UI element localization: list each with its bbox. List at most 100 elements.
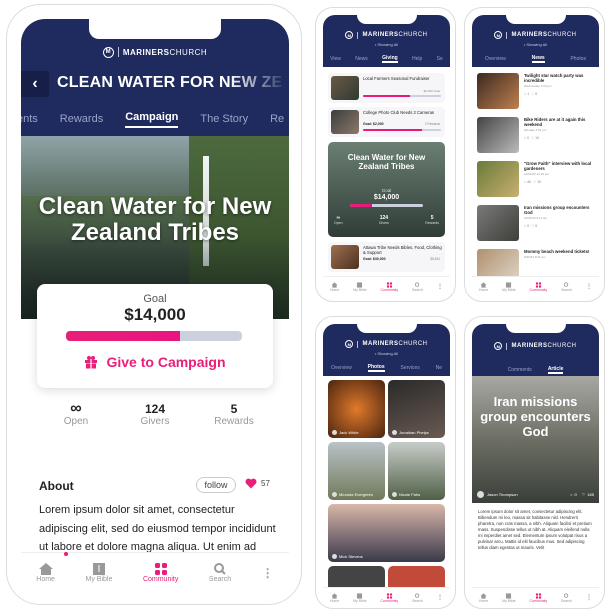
showing-all[interactable]: • Showing All	[472, 42, 599, 47]
more-icon[interactable]: ⋮	[437, 594, 443, 601]
news-thumb	[477, 117, 519, 153]
church-logo-icon: M	[494, 342, 503, 350]
more-icon[interactable]: ⋮	[437, 283, 443, 290]
photo-tile[interactable]: Jonathan Phelps	[388, 380, 445, 438]
church-logo-icon: M	[102, 46, 114, 58]
church-logo-icon: M	[494, 31, 503, 39]
tab-rewards[interactable]: Rewards	[60, 113, 103, 125]
giving-phone: M MARINERS CHURCH • Showing All View News Gi…	[315, 7, 456, 302]
nav-home[interactable]: Home	[36, 562, 55, 583]
heart-icon[interactable]: ♡	[582, 492, 586, 497]
nav-search[interactable]: Search	[412, 592, 423, 603]
tab-article[interactable]: Article	[547, 366, 564, 374]
photo-tile[interactable]: Mick Stevens	[328, 504, 445, 562]
giving-tabs: View News Giving Help Se	[323, 55, 450, 63]
giving-screen: M MARINERS CHURCH • Showing All View News Gi…	[323, 15, 450, 296]
article-hero: Iran missions group encounters God Jason…	[472, 376, 599, 503]
nav-home[interactable]: Home	[479, 592, 488, 603]
brand-logo: M MARINERS CHURCH	[472, 341, 599, 351]
article-tabs: Comments Article	[472, 366, 599, 374]
likes[interactable]: 57	[245, 478, 270, 489]
brand-name: MARINERS	[122, 47, 170, 57]
showing-all[interactable]: • Showing All	[323, 351, 450, 356]
nav-community[interactable]: Community	[380, 592, 398, 603]
tab-comments[interactable]: Comments	[508, 367, 532, 373]
campaign-stats: ∞ Open 124 Givers 5 Rewards	[41, 401, 269, 428]
goal-card: Goal $14,000 Give to Campaign	[37, 284, 273, 388]
nav-home[interactable]: Home	[479, 281, 488, 292]
more-icon[interactable]: ⋮	[586, 283, 592, 290]
nav-my-bible[interactable]: My Bible	[353, 592, 367, 603]
article-phone: M MARINERS CHURCH Comments Article Iran mis…	[464, 316, 605, 609]
article-screen: M MARINERS CHURCH Comments Article Iran mis…	[472, 324, 599, 607]
news-list: Twilight star watch party was incredible…	[477, 73, 594, 293]
give-to-campaign-button[interactable]: Give to Campaign	[37, 354, 273, 370]
heart-icon	[245, 478, 257, 489]
tab-campaign[interactable]: Campaign	[125, 111, 179, 128]
church-logo-icon: M	[345, 31, 354, 39]
more-icon[interactable]: ⋮	[262, 566, 274, 580]
news-thumb	[477, 161, 519, 197]
nav-community[interactable]: Community	[143, 562, 178, 583]
showing-all[interactable]: • Showing All	[323, 42, 450, 47]
news-item[interactable]: Bike Riders are at it again this weekend…	[477, 117, 594, 159]
bottom-nav: Home My Bible Community Search ⋮	[472, 276, 599, 296]
back-button[interactable]: ‹	[21, 71, 49, 97]
tab-overview[interactable]: Overview	[485, 56, 506, 62]
tab-overview[interactable]: Overview	[331, 365, 352, 371]
bottom-nav: Home My Bible Community Search ⋮	[21, 552, 289, 592]
about-text: Lorem ipsum dolor sit amet, consectetur …	[39, 504, 276, 553]
hero-title: Clean Water for New Zealand Tribes	[38, 193, 272, 246]
tab-news[interactable]: News	[355, 56, 368, 62]
tab-giving[interactable]: Giving	[382, 55, 398, 63]
likes-count: 57	[261, 479, 270, 488]
campaign-item[interactable]: Attawa Tribe Needs Bibles, Food, Clothin…	[328, 242, 445, 272]
nav-community[interactable]: Community	[380, 281, 398, 292]
nav-my-bible[interactable]: My Bible	[502, 281, 516, 292]
nav-community[interactable]: Community	[529, 592, 547, 603]
give-label: Give to Campaign	[106, 354, 226, 370]
news-item[interactable]: "Grow Faith" interview with local garden…	[477, 161, 594, 203]
nav-my-bible[interactable]: My Bible	[86, 562, 112, 583]
campaign-item[interactable]: Local Farmers Seasonal Fundraiser $2,000…	[328, 73, 445, 103]
campaign-item[interactable]: College Photo Club Needs 2 Cameras Goal:…	[328, 107, 445, 137]
bible-icon	[92, 563, 105, 575]
brand-name-2: CHURCH	[169, 47, 208, 57]
community-icon	[154, 563, 167, 575]
tab-news[interactable]: News	[531, 55, 545, 63]
nav-search[interactable]: Search	[561, 592, 572, 603]
nav-search[interactable]: Search	[412, 281, 423, 292]
author-name: Jason Thompson	[487, 492, 518, 497]
nav-home[interactable]: Home	[330, 592, 339, 603]
nav-search[interactable]: Search	[561, 281, 572, 292]
nav-my-bible[interactable]: My Bible	[353, 281, 367, 292]
brand-logo: M MARINERS CHURCH	[323, 339, 450, 349]
nav-community[interactable]: Community	[529, 281, 547, 292]
photo-tile[interactable]: Jack White	[328, 380, 385, 438]
tab-services[interactable]: Services	[401, 365, 420, 371]
nav-my-bible[interactable]: My Bible	[502, 592, 516, 603]
avatar	[392, 430, 397, 435]
news-item[interactable]: Iran missions group encounters God 10/01/…	[477, 205, 594, 247]
tab-help[interactable]: Help	[412, 56, 422, 62]
photo-tile[interactable]: Miranda Evergreen	[328, 442, 385, 500]
photo-tile[interactable]: Nicole Fahs	[388, 442, 445, 500]
comment-icon[interactable]: ○	[570, 492, 572, 497]
tab-more[interactable]: Re	[270, 113, 284, 125]
avatar	[332, 492, 337, 497]
news-item[interactable]: Twilight star watch party was incredible…	[477, 73, 594, 115]
nav-search[interactable]: Search	[209, 562, 231, 583]
featured-campaign[interactable]: Clean Water for New Zealand Tribes Goal …	[328, 142, 445, 237]
tab-photos[interactable]: Photos	[367, 364, 385, 372]
tab-more[interactable]: Se	[437, 56, 443, 62]
more-icon[interactable]: ⋮	[586, 594, 592, 601]
nav-home[interactable]: Home	[330, 281, 339, 292]
tab-more[interactable]: Ne	[436, 365, 442, 371]
tab-comments[interactable]: ents	[21, 113, 38, 125]
article-text: Lorem ipsum dolor sit amet, consectetur …	[478, 509, 592, 550]
tab-view[interactable]: View	[330, 56, 341, 62]
tab-the-story[interactable]: The Story	[200, 113, 248, 125]
tab-photos[interactable]: Photos	[570, 56, 586, 62]
home-icon	[38, 563, 53, 575]
follow-button[interactable]: follow	[196, 477, 236, 493]
